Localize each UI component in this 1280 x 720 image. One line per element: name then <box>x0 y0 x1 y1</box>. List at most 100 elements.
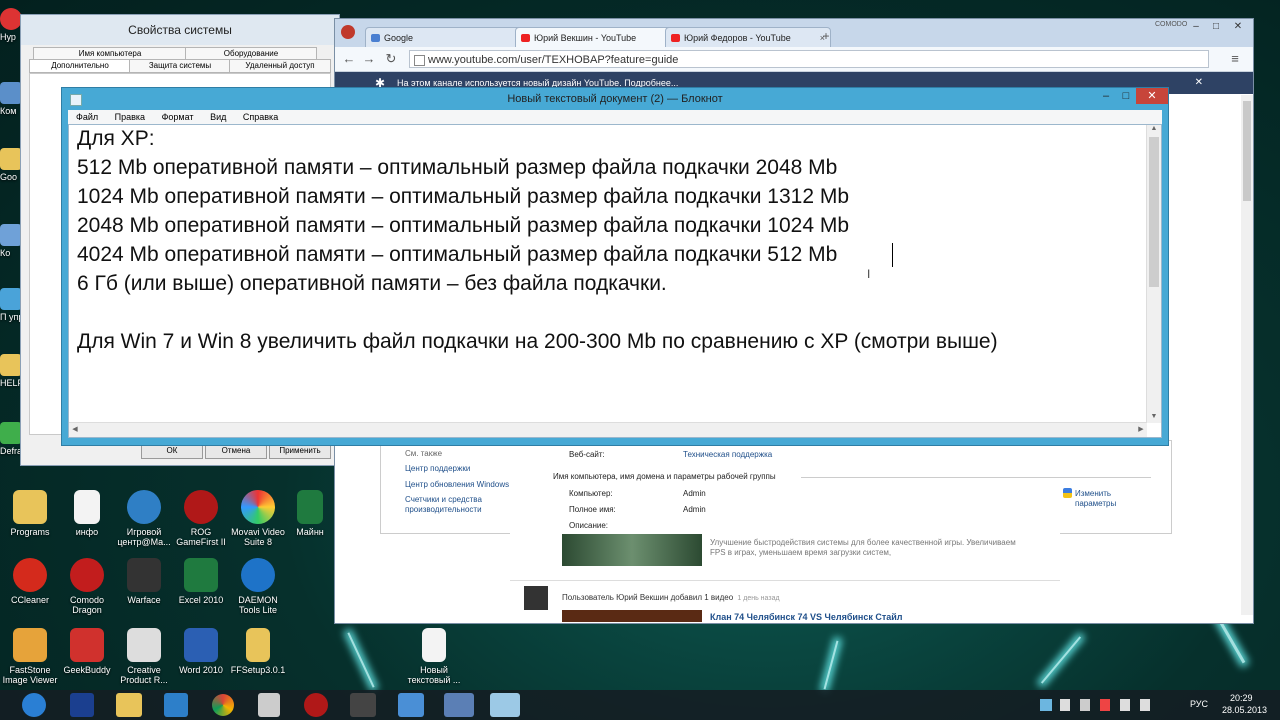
desktop-icon[interactable]: Ко <box>0 224 22 258</box>
taskbar-control-panel-icon[interactable] <box>398 693 424 717</box>
tab-system-protection[interactable]: Защита системы <box>129 59 231 73</box>
scrollbar-thumb[interactable] <box>1149 137 1159 287</box>
menu-format[interactable]: Формат <box>162 112 194 122</box>
link-performance[interactable]: Счетчики и средства производительности <box>405 495 505 515</box>
desktop-icon-excel-file[interactable]: Майнн <box>285 490 335 537</box>
desktop-icon-new-text-file[interactable]: Новый текстовый ... <box>404 628 464 685</box>
back-icon[interactable]: ← <box>341 51 357 67</box>
browser-toolbar: ← → ↻ www.youtube.com/user/TEXHOBAP?feat… <box>335 47 1253 72</box>
scroll-left-arrow[interactable]: ◀ <box>69 423 81 437</box>
close-icon[interactable]: ✕ <box>1195 72 1203 94</box>
desktop-icon-daemon-tools[interactable]: DAEMON Tools Lite <box>228 558 288 615</box>
geekbuddy-icon <box>70 628 104 662</box>
window-title: Новый текстовый документ (2) — Блокнот <box>507 93 723 105</box>
desktop-icon[interactable]: Нур <box>0 8 22 42</box>
desktop-icon-word[interactable]: Word 2010 <box>171 628 231 675</box>
reload-icon[interactable]: ↻ <box>383 51 399 67</box>
document-icon <box>74 490 100 524</box>
creative-icon <box>127 628 161 662</box>
taskbar-notepad-icon[interactable] <box>490 693 520 717</box>
text-line: Для XP: <box>77 127 155 150</box>
desktop-icon-ffsetup[interactable]: FFSetup3.0.1 <box>228 628 288 675</box>
taskbar-rog-icon[interactable] <box>304 693 328 717</box>
notepad-text-area[interactable]: Для XP: 512 Mb оперативной памяти – опти… <box>68 124 1162 438</box>
maximize-button[interactable]: □ <box>1116 88 1136 104</box>
menu-help[interactable]: Справка <box>243 112 278 122</box>
link-windows-update[interactable]: Центр обновления Windows <box>405 480 509 489</box>
text-line: 2048 Mb оперативной памяти – оптимальный… <box>77 214 850 237</box>
browser-vertical-scrollbar[interactable] <box>1241 95 1253 615</box>
see-also-label: См. также <box>405 449 443 458</box>
menu-edit[interactable]: Правка <box>115 112 145 122</box>
scrollbar-thumb[interactable] <box>1243 101 1251 201</box>
scroll-down-arrow[interactable]: ▼ <box>1147 413 1161 423</box>
scroll-right-arrow[interactable]: ▶ <box>1135 423 1147 437</box>
taskbar: РУС 20:29 28.05.2013 <box>0 690 1280 720</box>
maximize-button[interactable]: □ <box>1207 19 1225 35</box>
address-bar[interactable]: www.youtube.com/user/TEXHOBAP?feature=gu… <box>409 50 1209 68</box>
warface-icon <box>127 558 161 592</box>
link-support-center[interactable]: Центр поддержки <box>405 464 470 473</box>
taskbar-calculator-icon[interactable] <box>258 693 280 717</box>
desktop-icon-rog[interactable]: ROG GameFirst II <box>171 490 231 547</box>
tab-youtube-vekshin[interactable]: Юрий Векшин - YouTube × <box>515 27 681 48</box>
tab-youtube-fedorov[interactable]: Юрий Федоров - YouTube × <box>665 27 831 48</box>
tab-google[interactable]: Google × <box>365 27 529 48</box>
video-title-link[interactable]: Клан 74 Челябинск 74 VS Челябинск Стайл <box>710 612 903 622</box>
taskbar-explorer-icon[interactable] <box>116 693 142 717</box>
horizontal-scrollbar[interactable]: ◀ ▶ <box>69 422 1147 437</box>
feed-divider <box>510 580 1060 581</box>
taskbar-warface-icon[interactable] <box>350 693 376 717</box>
tray-icons[interactable] <box>1040 699 1160 711</box>
vertical-scrollbar[interactable]: ▲ ▼ <box>1146 125 1161 423</box>
video-thumbnail[interactable] <box>562 610 702 622</box>
clock-time[interactable]: 20:29 <box>1230 693 1253 703</box>
desktop-icon-warface[interactable]: Warface <box>114 558 174 605</box>
desktop-icon-faststone[interactable]: FastStone Image Viewer <box>0 628 60 685</box>
desktop-icon-info[interactable]: инфо <box>57 490 117 537</box>
minimize-button[interactable]: – <box>1096 88 1116 104</box>
minimize-button[interactable]: – <box>1187 19 1205 35</box>
excel-icon <box>184 558 218 592</box>
menu-view[interactable]: Вид <box>210 112 226 122</box>
scroll-up-arrow[interactable]: ▲ <box>1147 125 1161 135</box>
taskbar-save-icon[interactable] <box>70 693 94 717</box>
youtube-icon <box>521 34 530 42</box>
close-button[interactable]: ✕ <box>1136 88 1168 104</box>
desktop-icon[interactable]: Goo <box>0 148 22 182</box>
desktop-icon-programs[interactable]: Programs <box>0 490 60 537</box>
desktop-icon-creative[interactable]: Creative Product R... <box>114 628 174 685</box>
language-indicator[interactable]: РУС <box>1190 699 1208 709</box>
desktop-icon-geekbuddy[interactable]: GeekBuddy <box>57 628 117 675</box>
text-file-icon <box>422 628 446 662</box>
menu-file[interactable]: Файл <box>76 112 98 122</box>
close-button[interactable]: ✕ <box>1227 19 1249 35</box>
desktop-icon[interactable]: Ком <box>0 82 22 116</box>
notepad-icon <box>70 94 82 106</box>
folder-icon <box>0 354 22 376</box>
desktop-icon-excel[interactable]: Excel 2010 <box>171 558 231 605</box>
avatar[interactable] <box>524 586 548 610</box>
taskbar-ie-icon[interactable] <box>22 693 46 717</box>
desktop-icon-ccleaner[interactable]: CCleaner <box>0 558 60 605</box>
change-settings-link[interactable]: Изменить параметры <box>1075 489 1139 509</box>
taskbar-chrome-icon[interactable] <box>212 694 234 716</box>
taskbar-system-icon[interactable] <box>444 693 474 717</box>
desktop-icon-movavi[interactable]: Movavi Video Suite 8 <box>228 490 288 547</box>
website-link[interactable]: Техническая поддержка <box>683 450 772 459</box>
word-icon <box>184 628 218 662</box>
menu-wrench-icon[interactable]: ≡ <box>1227 51 1243 67</box>
notepad-title-bar: Новый текстовый документ (2) — Блокнот –… <box>62 88 1168 110</box>
desktop-icon-game-center[interactable]: Игровой центр@Ma... <box>114 490 174 547</box>
notepad-menu-bar: Файл Правка Формат Вид Справка <box>68 110 1162 124</box>
new-tab-button[interactable]: + <box>819 29 833 43</box>
desktop-icon-comodo-dragon[interactable]: Comodo Dragon <box>57 558 117 615</box>
text-caret <box>892 243 893 267</box>
tab-advanced[interactable]: Дополнительно <box>29 59 131 73</box>
video-thumbnail[interactable] <box>562 534 702 566</box>
clock-date[interactable]: 28.05.2013 <box>1222 705 1267 715</box>
forward-icon[interactable]: → <box>361 51 377 67</box>
tab-remote-access[interactable]: Удаленный доступ <box>229 59 331 73</box>
rog-icon <box>184 490 218 524</box>
taskbar-ccleaner-icon[interactable] <box>164 693 188 717</box>
